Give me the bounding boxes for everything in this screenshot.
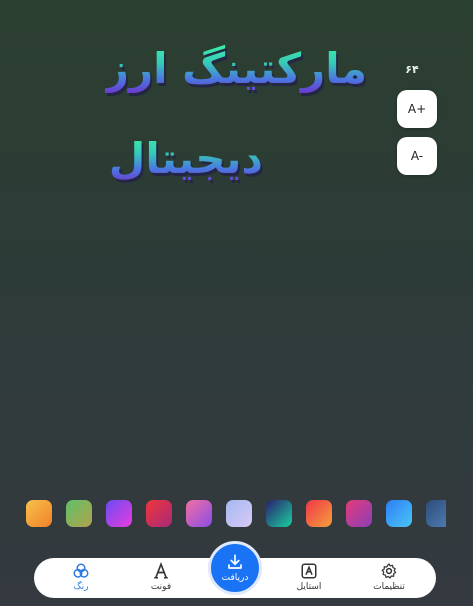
- font-icon: [154, 562, 168, 579]
- color-swatch-magenta[interactable]: [346, 500, 372, 527]
- color-swatch-lavender[interactable]: [226, 500, 252, 527]
- color-circles-icon: [73, 563, 89, 578]
- nav-item-color[interactable]: رنگ: [46, 558, 116, 598]
- style-icon: [301, 563, 317, 579]
- title-line-1[interactable]: مارکتینگ ارز: [105, 44, 367, 93]
- download-button[interactable]: دریافت: [208, 541, 262, 595]
- color-swatch-red-orange[interactable]: [306, 500, 332, 527]
- font-size-value: ۶۴: [405, 63, 419, 76]
- color-swatch-orange[interactable]: [26, 500, 52, 527]
- color-palette: [0, 500, 473, 530]
- title-line-2[interactable]: دیجیتال: [109, 134, 263, 183]
- nav-label-style: استایل: [296, 582, 322, 592]
- color-swatch-green-olive[interactable]: [66, 500, 92, 527]
- color-swatch-purple-pink[interactable]: [106, 500, 132, 527]
- download-icon: [228, 554, 242, 569]
- font-size-increase-button[interactable]: A+: [397, 90, 437, 128]
- nav-item-settings[interactable]: تنظیمات: [354, 558, 424, 598]
- nav-item-font[interactable]: فونت: [126, 558, 196, 598]
- color-swatch-pink-purple[interactable]: [186, 500, 212, 527]
- download-label: دریافت: [221, 573, 249, 583]
- color-swatch-navy-teal[interactable]: [266, 500, 292, 527]
- gear-icon: [381, 563, 397, 579]
- color-swatch-red-crimson[interactable]: [146, 500, 172, 527]
- color-swatch-blue[interactable]: [386, 500, 412, 527]
- nav-item-style[interactable]: استایل: [274, 558, 344, 598]
- color-swatch-slate-blue[interactable]: [426, 500, 446, 527]
- nav-label-color: رنگ: [73, 582, 89, 592]
- nav-label-settings: تنظیمات: [373, 582, 405, 592]
- nav-label-font: فونت: [150, 582, 172, 592]
- font-size-decrease-button[interactable]: A-: [397, 137, 437, 175]
